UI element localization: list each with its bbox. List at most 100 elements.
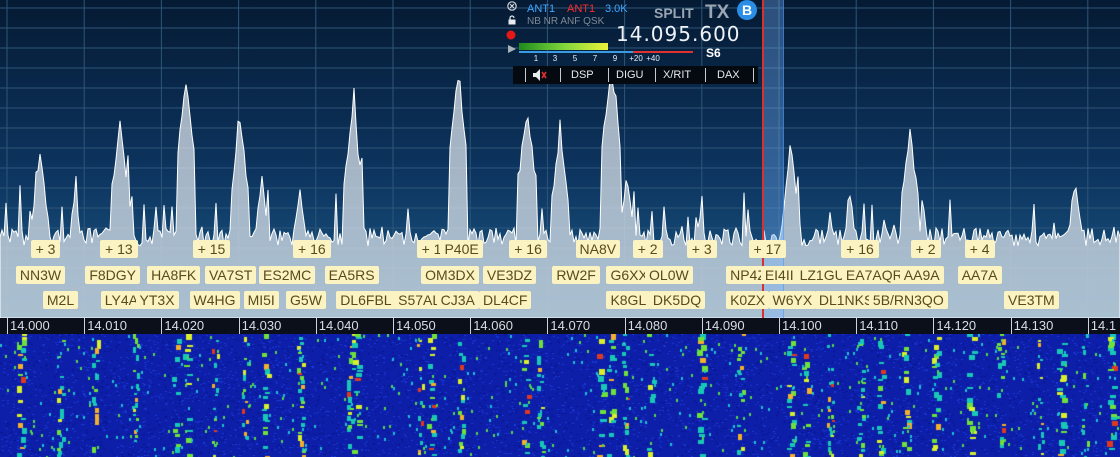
dx-spot-label[interactable]: NA8V xyxy=(575,240,621,258)
axis-tick-label: 14.020 xyxy=(164,318,205,333)
separator xyxy=(608,68,609,82)
axis-tick-label: 14.040 xyxy=(318,318,359,333)
separator xyxy=(560,68,561,82)
s-meter-tick-label: 7 xyxy=(593,54,598,62)
dx-spot-label[interactable]: EI4II xyxy=(760,266,798,284)
spot-count-badge[interactable]: + 16 xyxy=(841,240,879,258)
dx-spot-label[interactable]: EA7AQR xyxy=(841,266,907,284)
axis-tick xyxy=(1087,318,1089,334)
dx-spot-label[interactable]: K8GL xyxy=(606,291,651,309)
axis-tick xyxy=(547,318,549,334)
spot-count-badge[interactable]: + 2 xyxy=(910,240,941,258)
play-icon[interactable] xyxy=(507,44,517,54)
separator xyxy=(655,68,656,82)
slice-letter-badge[interactable]: B xyxy=(737,0,757,20)
axis-tick xyxy=(393,318,394,334)
spot-count-badge[interactable]: + 17 xyxy=(748,240,787,258)
axis-tick-label: 14.110 xyxy=(859,318,898,333)
dx-spot-label[interactable]: EA5RS xyxy=(324,266,379,284)
dx-spot-label[interactable]: P40E xyxy=(440,240,483,258)
s-meter: 1 3 5 7 9 +20 +40 xyxy=(519,43,693,62)
axis-tick xyxy=(856,318,858,334)
axis-tick xyxy=(701,318,703,334)
slice-button-bar: DSP DIGU X/RIT DAX xyxy=(513,66,758,84)
dsp-button[interactable]: DSP xyxy=(571,68,594,82)
s-meter-reading: S6 xyxy=(706,46,721,60)
rx-antenna[interactable]: ANT1 xyxy=(527,3,555,15)
tx-antenna[interactable]: ANT1 xyxy=(567,3,595,15)
waterfall[interactable] xyxy=(0,334,1120,457)
axis-tick xyxy=(624,318,626,334)
spot-count-badge[interactable]: + 2 xyxy=(632,240,663,258)
dx-spot-label[interactable]: MI5I xyxy=(243,291,279,309)
dx-spot-label[interactable]: YT3X xyxy=(135,291,179,309)
dx-spot-label[interactable]: OM3DX xyxy=(421,266,479,284)
spot-count-badge[interactable]: + 16 xyxy=(509,240,547,258)
axis-tick-label: 14.010 xyxy=(87,318,127,333)
dx-spot-label[interactable]: DK5DQ xyxy=(648,291,706,309)
axis-tick xyxy=(1010,318,1012,334)
spot-count-badge[interactable]: + 15 xyxy=(192,240,231,258)
spot-count-badge[interactable]: + 3 xyxy=(30,240,61,258)
panadapter[interactable]: + 3 + 13 + 15 + 16 + 19 + 16 + 2 + 3 + 17 + 16 + 2… xyxy=(0,0,1120,318)
dx-spot-label[interactable]: RW2F xyxy=(552,266,600,284)
dx-spot-label[interactable]: VA7ST xyxy=(205,266,257,284)
dx-spot-label[interactable]: W6YX xyxy=(768,291,817,309)
axis-tick-label: 14.090 xyxy=(704,318,745,333)
spot-count-badge[interactable]: + 13 xyxy=(100,240,138,258)
dx-spot-label[interactable]: K0ZX xyxy=(726,291,770,309)
smartsdr-panadapter-window: + 3 + 13 + 15 + 16 + 19 + 16 + 2 + 3 + 17 + 16 + 2… xyxy=(0,0,1120,457)
dx-spot-label[interactable]: 5B/RN3QO xyxy=(868,291,948,309)
spot-count-badge[interactable]: + 16 xyxy=(293,240,331,258)
spot-count-badge[interactable]: + 3 xyxy=(686,240,717,258)
dsp-flags: NB NR ANF QSK xyxy=(527,16,605,27)
close-circle-icon[interactable] xyxy=(507,1,517,11)
axis-tick xyxy=(315,318,317,334)
dx-spot-label[interactable]: W4HG xyxy=(189,291,240,309)
axis-tick-label: 14.030 xyxy=(241,318,282,333)
dx-spot-label[interactable]: ES2MC xyxy=(259,266,316,284)
axis-tick xyxy=(779,318,780,334)
dx-spot-label[interactable]: AA7A xyxy=(957,266,1002,284)
dx-spot-label[interactable]: M2L xyxy=(42,291,79,309)
dx-spot-label[interactable]: DL4CF xyxy=(479,291,532,309)
tx-label[interactable]: TX xyxy=(705,2,729,24)
speaker-muted-icon[interactable] xyxy=(531,68,547,82)
dx-spot-label[interactable]: CJ3A xyxy=(436,291,479,309)
record-icon[interactable] xyxy=(506,30,516,40)
dx-spot-label[interactable]: DL1NKS xyxy=(814,291,878,309)
dx-spot-label[interactable]: NN3W xyxy=(15,266,66,284)
separator xyxy=(705,68,706,82)
frequency-axis[interactable]: 14.000 14.010 14.020 14.030 14.040 14.050 14.0… xyxy=(0,318,1120,334)
dx-spot-label[interactable]: VE3TM xyxy=(1004,291,1059,309)
xrit-button[interactable]: X/RIT xyxy=(663,68,691,82)
axis-tick-label: 14.070 xyxy=(550,318,591,333)
axis-tick-label: 14.000 xyxy=(10,318,50,333)
axis-tick xyxy=(238,318,240,334)
s-meter-tick-label: 1 xyxy=(534,54,539,62)
axis-tick xyxy=(470,318,472,334)
dx-spot-label[interactable]: VE3DZ xyxy=(482,266,537,284)
dx-spot-label[interactable]: F8DGY xyxy=(85,266,141,284)
spot-count-badge[interactable]: + 4 xyxy=(964,240,995,258)
axis-tick xyxy=(933,318,935,334)
split-label[interactable]: SPLIT xyxy=(654,5,694,21)
dax-button[interactable]: DAX xyxy=(717,68,740,82)
dx-spot-label[interactable]: HA8FK xyxy=(147,266,201,284)
axis-tick xyxy=(84,318,86,334)
s-meter-tick-label: +20 xyxy=(629,54,643,62)
dx-spot-label[interactable]: OL0W xyxy=(645,266,693,284)
axis-tick xyxy=(161,318,163,334)
filter-width[interactable]: 3.0K xyxy=(605,3,628,15)
dx-spot-label[interactable]: G5W xyxy=(286,291,326,309)
dx-spot-label[interactable]: AA9A xyxy=(899,266,944,284)
lock-icon[interactable] xyxy=(507,15,517,25)
s-meter-tick-label: 5 xyxy=(573,54,578,62)
axis-tick-label: 14.050 xyxy=(396,318,436,333)
digu-mode-button[interactable]: DIGU xyxy=(616,68,644,82)
axis-tick xyxy=(7,318,8,334)
dx-spot-label[interactable]: DL6FBL xyxy=(336,291,396,309)
slice-flag[interactable]: ANT1 ANT1 3.0K NB NR ANF QSK SPLIT TX B … xyxy=(505,0,758,86)
axis-tick-label: 14.1 xyxy=(1090,318,1117,333)
dx-spot-label[interactable]: LZ1GU xyxy=(795,266,849,284)
